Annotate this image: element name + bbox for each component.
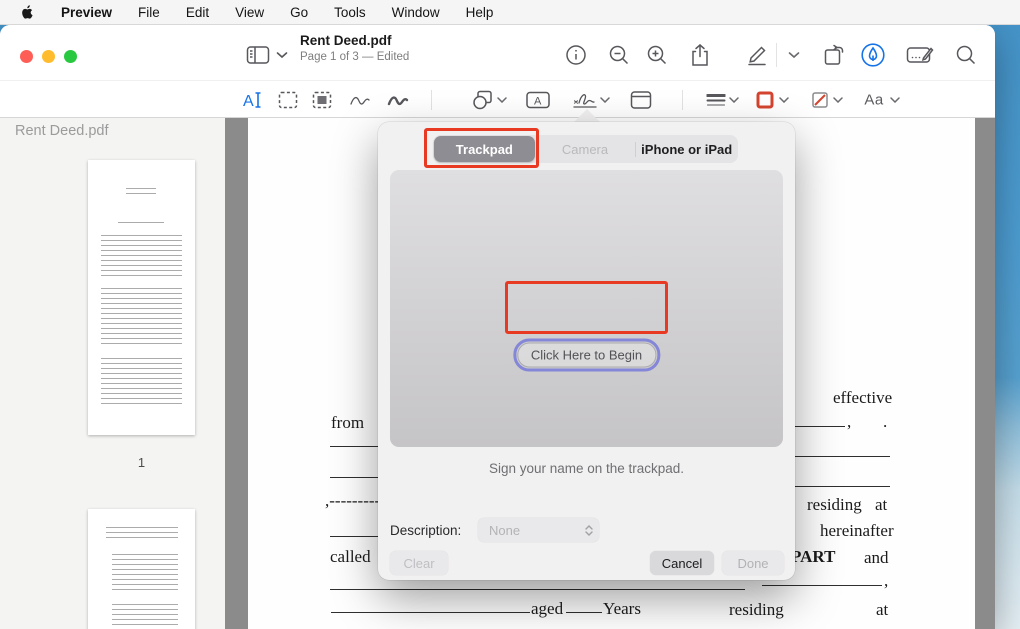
pdf-word-from: from: [331, 413, 364, 433]
menu-item-tools[interactable]: Tools: [334, 5, 366, 20]
menu-item-go[interactable]: Go: [290, 5, 308, 20]
pdf-word-at-2: at: [876, 600, 888, 620]
clear-button[interactable]: Clear: [390, 551, 448, 575]
pdf-blank-line: [330, 446, 378, 447]
annotation-rect-trackpad-tab: [424, 128, 539, 168]
pdf-blank-line: [795, 456, 890, 457]
menu-item-preview[interactable]: Preview: [61, 5, 112, 20]
tab-iphone-or-ipad[interactable]: iPhone or iPad: [636, 136, 737, 162]
stepper-icon: [585, 525, 593, 536]
pdf-blank-line: [795, 486, 890, 487]
pdf-word-years: Years: [603, 599, 641, 619]
pdf-word-residing: residing: [807, 495, 862, 515]
pdf-blank-line: [330, 589, 745, 590]
pdf-word-and: and: [864, 548, 889, 568]
popover-arrow: [573, 109, 601, 123]
pdf-comma-2: ,: [884, 571, 888, 591]
description-label: Description:: [390, 523, 461, 538]
tab-camera[interactable]: Camera: [535, 136, 636, 162]
annotation-rect-begin-button: [505, 281, 668, 334]
menu-item-edit[interactable]: Edit: [186, 5, 209, 20]
pdf-dashes: ,---------: [325, 491, 380, 511]
pdf-period: .: [883, 412, 887, 432]
click-here-to-begin-button[interactable]: Click Here to Begin: [517, 343, 656, 368]
apple-menu-icon[interactable]: [20, 4, 35, 20]
pdf-blank-line: [330, 477, 378, 478]
pdf-word-hereinafter: hereinafter: [820, 521, 894, 541]
menu-bar: Preview File Edit View Go Tools Window H…: [0, 0, 1020, 25]
description-select[interactable]: None: [478, 518, 599, 542]
menu-item-help[interactable]: Help: [466, 5, 494, 20]
pdf-word-aged: aged: [531, 599, 563, 619]
menu-item-view[interactable]: View: [235, 5, 264, 20]
pdf-word-at: at: [875, 495, 887, 515]
pdf-blank-line: [330, 536, 378, 537]
pdf-blank-line: [762, 585, 882, 586]
menu-item-file[interactable]: File: [138, 5, 160, 20]
done-button[interactable]: Done: [722, 551, 784, 575]
pdf-blank-line: [795, 426, 845, 427]
pdf-blank-line: [331, 612, 530, 613]
description-value: None: [489, 523, 520, 538]
pdf-word-residing-2: residing: [729, 600, 784, 620]
trackpad-hint-text: Sign your name on the trackpad.: [378, 461, 795, 476]
cancel-button[interactable]: Cancel: [650, 551, 714, 575]
pdf-word-called: called: [330, 547, 371, 567]
pdf-blank-line: [566, 612, 602, 613]
signature-popover: Trackpad Camera iPhone or iPad Click Her…: [378, 122, 795, 580]
menu-item-window[interactable]: Window: [392, 5, 440, 20]
pdf-word-part: PART: [791, 547, 835, 567]
pdf-word-effective: effective: [833, 388, 892, 408]
pdf-comma: ,: [847, 412, 851, 432]
